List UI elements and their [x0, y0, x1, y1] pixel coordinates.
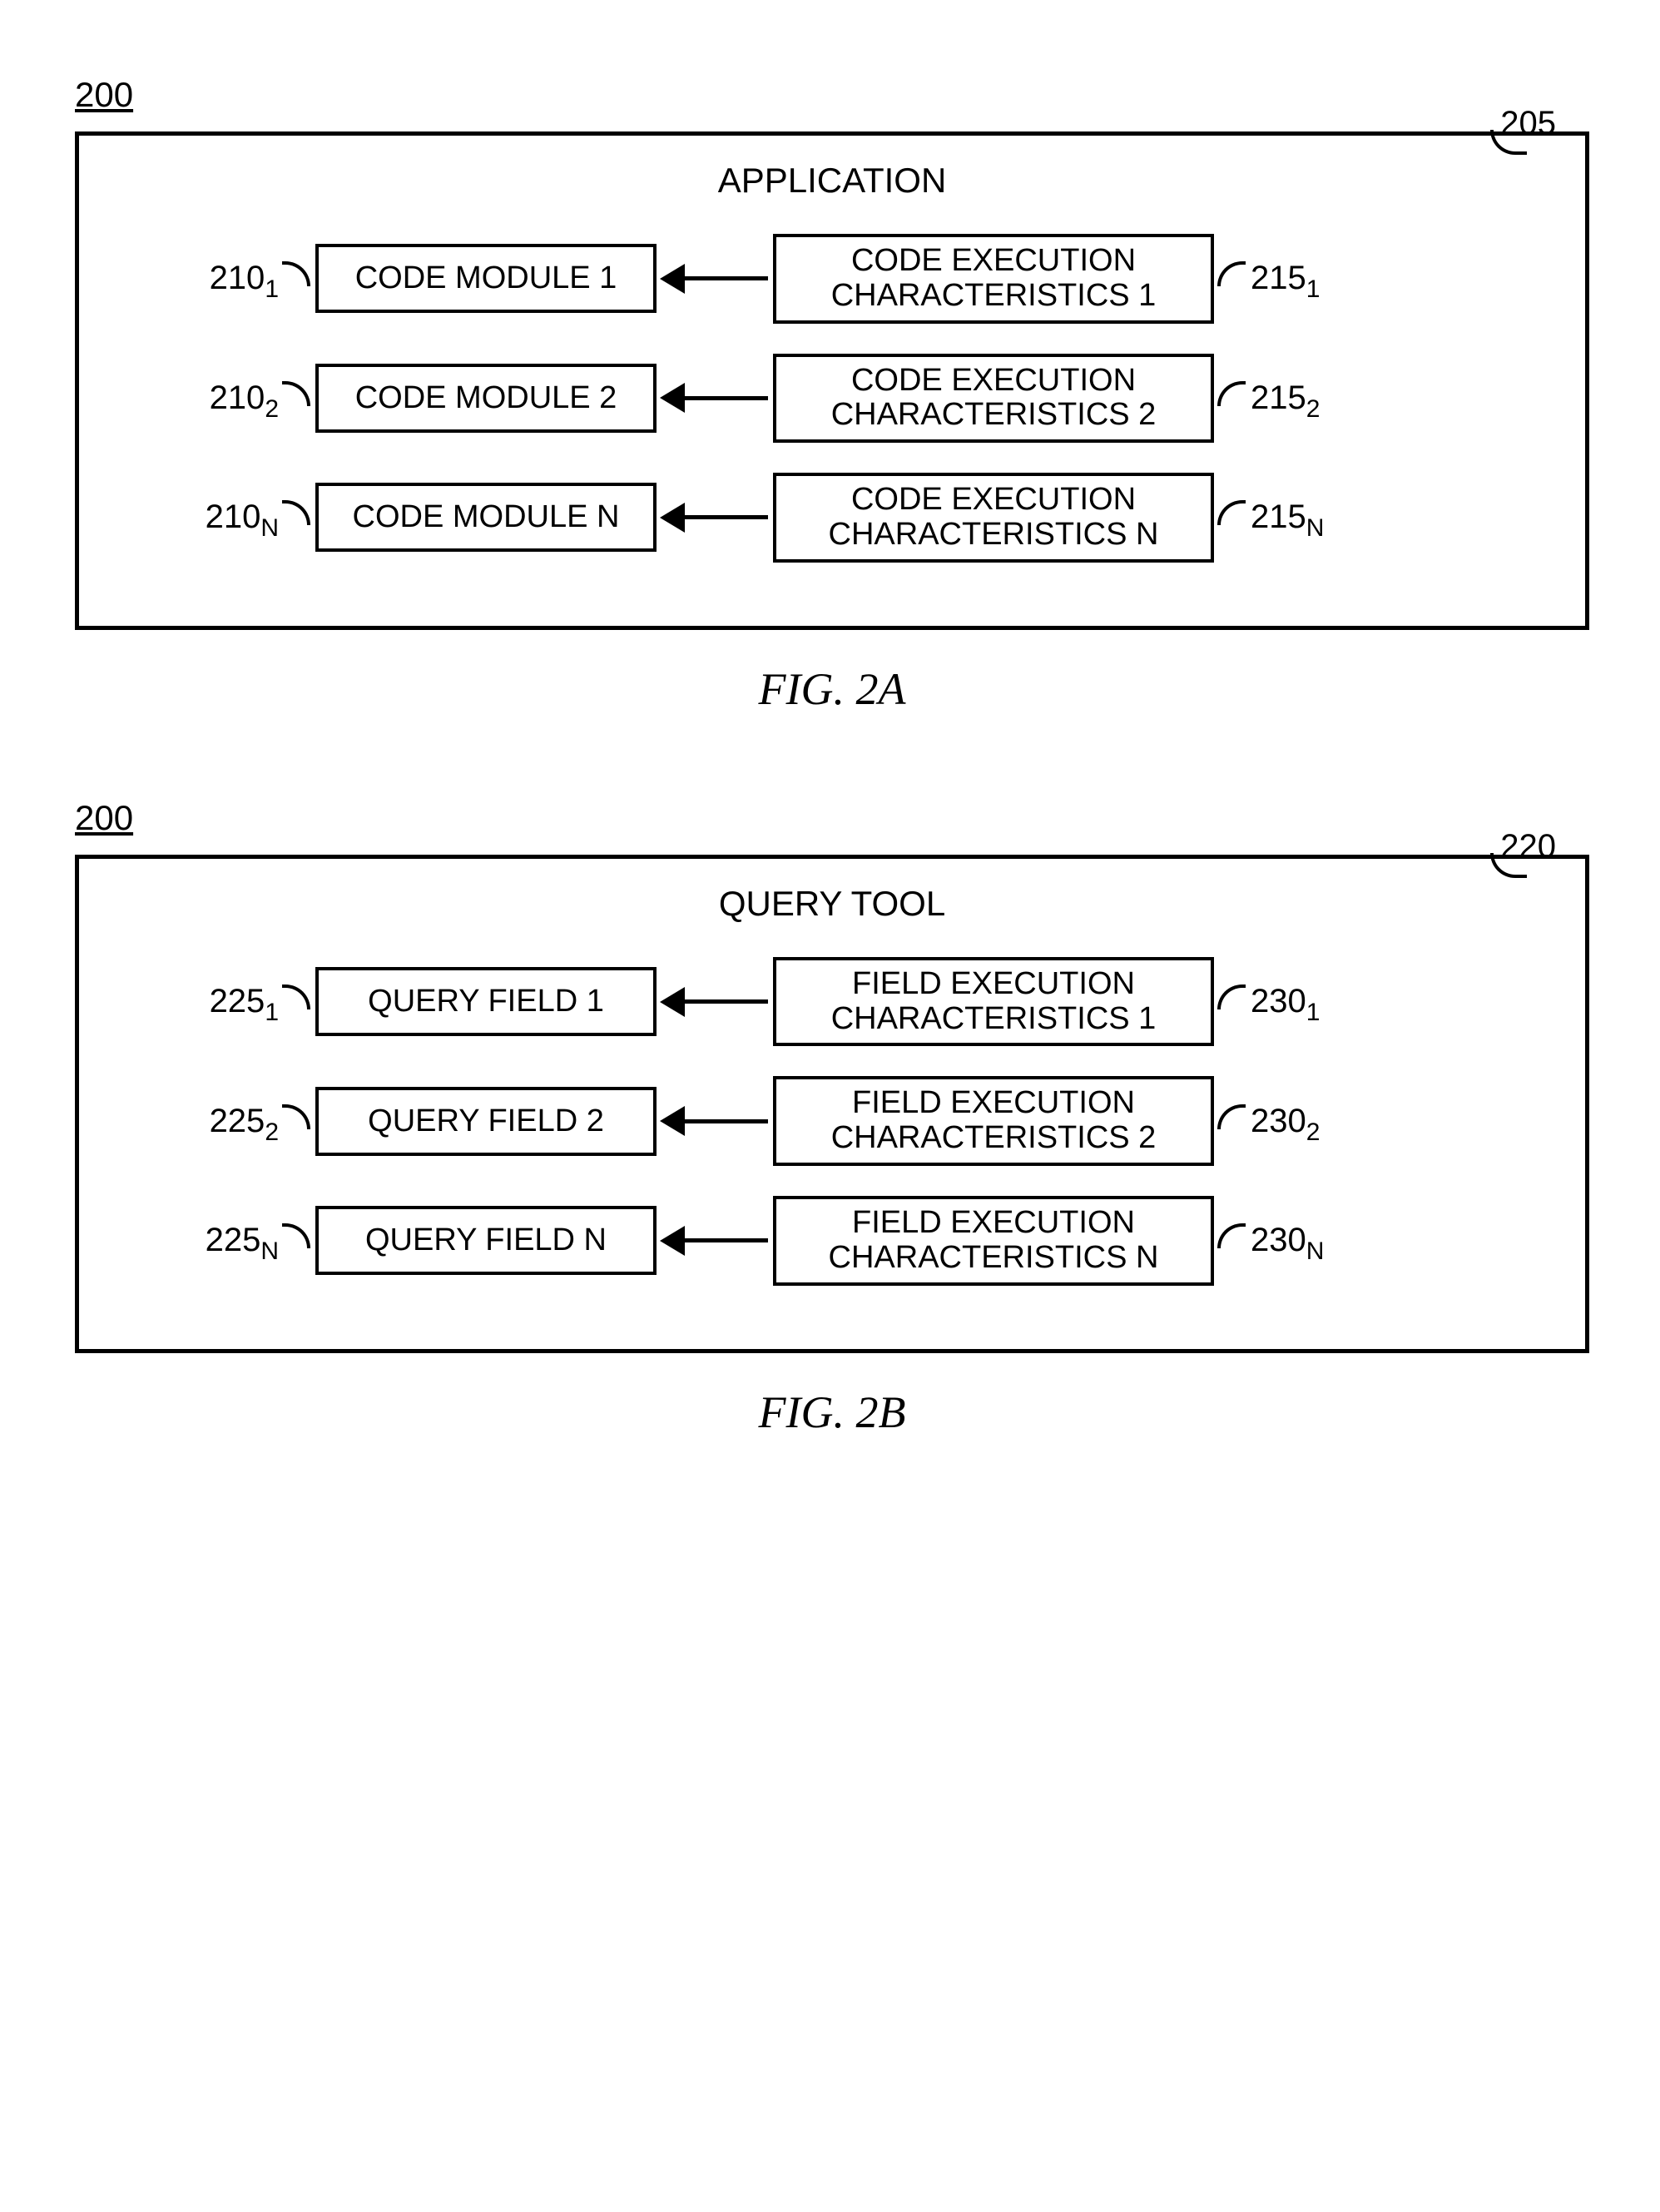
box-right-line: CODE EXECUTION: [851, 363, 1136, 398]
arrow-icon: [660, 383, 768, 413]
container-title-b: QUERY TOOL: [129, 884, 1535, 924]
container-ref-a: 205: [1500, 105, 1556, 142]
query-field-box: QUERY FIELD 2: [315, 1087, 657, 1156]
query-field-box: QUERY FIELD N: [315, 1206, 657, 1275]
box-right-line: CHARACTERISTICS 2: [831, 1120, 1157, 1155]
arrow-icon: [660, 503, 768, 533]
code-exec-box: CODE EXECUTION CHARACTERISTICS 2: [773, 354, 1214, 444]
box-right-line: FIELD EXECUTION: [852, 966, 1135, 1001]
figure-caption-a: FIG. 2A: [42, 663, 1623, 715]
arrow-icon: [660, 264, 768, 294]
container-title-a: APPLICATION: [129, 161, 1535, 201]
arrow-icon: [660, 1226, 768, 1256]
box-right-line: CHARACTERISTICS 2: [831, 397, 1157, 432]
box-right-line: FIELD EXECUTION: [852, 1085, 1135, 1120]
row-a-2: 2102 CODE MODULE 2 CODE EXECUTION CHARAC…: [129, 354, 1535, 444]
field-exec-box: FIELD EXECUTION CHARACTERISTICS 1: [773, 957, 1214, 1047]
row-b-3: 225N QUERY FIELD N FIELD EXECUTION CHARA…: [129, 1196, 1535, 1286]
application-container: APPLICATION 2101 CODE MODULE 1 CODE EXEC…: [75, 131, 1589, 630]
right-ref: 215N: [1251, 498, 1417, 536]
code-module-box: CODE MODULE N: [315, 483, 657, 552]
code-module-box: CODE MODULE 1: [315, 244, 657, 313]
row-b-1: 2251 QUERY FIELD 1 FIELD EXECUTION CHARA…: [129, 957, 1535, 1047]
box-right-line: CHARACTERISTICS 1: [831, 1001, 1157, 1036]
right-ref: 2152: [1251, 379, 1417, 417]
figure-ref-a: 200: [75, 75, 1623, 115]
container-wrap-a: 205 APPLICATION 2101 CODE MODULE 1 CODE …: [75, 131, 1589, 630]
row-b-2: 2252 QUERY FIELD 2 FIELD EXECUTION CHARA…: [129, 1076, 1535, 1166]
left-ref: 2102: [129, 379, 279, 417]
arrow-icon: [660, 987, 768, 1017]
left-ref: 2252: [129, 1103, 279, 1140]
box-right-line: CHARACTERISTICS 1: [831, 278, 1157, 313]
query-field-box: QUERY FIELD 1: [315, 967, 657, 1036]
code-exec-box: CODE EXECUTION CHARACTERISTICS 1: [773, 234, 1214, 324]
right-ref: 2301: [1251, 983, 1417, 1020]
container-ref-b: 220: [1500, 828, 1556, 865]
figure-caption-b: FIG. 2B: [42, 1386, 1623, 1438]
code-module-box: CODE MODULE 2: [315, 364, 657, 433]
box-right-line: CHARACTERISTICS N: [829, 517, 1159, 552]
arrow-icon: [660, 1106, 768, 1136]
row-a-1: 2101 CODE MODULE 1 CODE EXECUTION CHARAC…: [129, 234, 1535, 324]
code-exec-box: CODE EXECUTION CHARACTERISTICS N: [773, 473, 1214, 563]
right-ref: 2302: [1251, 1103, 1417, 1140]
left-ref: 2251: [129, 983, 279, 1020]
box-right-line: FIELD EXECUTION: [852, 1205, 1135, 1240]
left-ref: 225N: [129, 1222, 279, 1259]
page: 200 205 APPLICATION 2101 CODE MODULE 1 C…: [42, 75, 1623, 1438]
row-a-3: 210N CODE MODULE N CODE EXECUTION CHARAC…: [129, 473, 1535, 563]
box-right-line: CODE EXECUTION: [851, 243, 1136, 278]
container-wrap-b: 220 QUERY TOOL 2251 QUERY FIELD 1 FIELD …: [75, 855, 1589, 1353]
figure-ref-b: 200: [75, 798, 1623, 838]
box-right-line: CODE EXECUTION: [851, 482, 1136, 517]
field-exec-box: FIELD EXECUTION CHARACTERISTICS N: [773, 1196, 1214, 1286]
box-right-line: CHARACTERISTICS N: [829, 1240, 1159, 1275]
left-ref: 2101: [129, 260, 279, 297]
left-ref: 210N: [129, 498, 279, 536]
query-tool-container: QUERY TOOL 2251 QUERY FIELD 1 FIELD EXEC…: [75, 855, 1589, 1353]
field-exec-box: FIELD EXECUTION CHARACTERISTICS 2: [773, 1076, 1214, 1166]
right-ref: 230N: [1251, 1222, 1417, 1259]
right-ref: 2151: [1251, 260, 1417, 297]
